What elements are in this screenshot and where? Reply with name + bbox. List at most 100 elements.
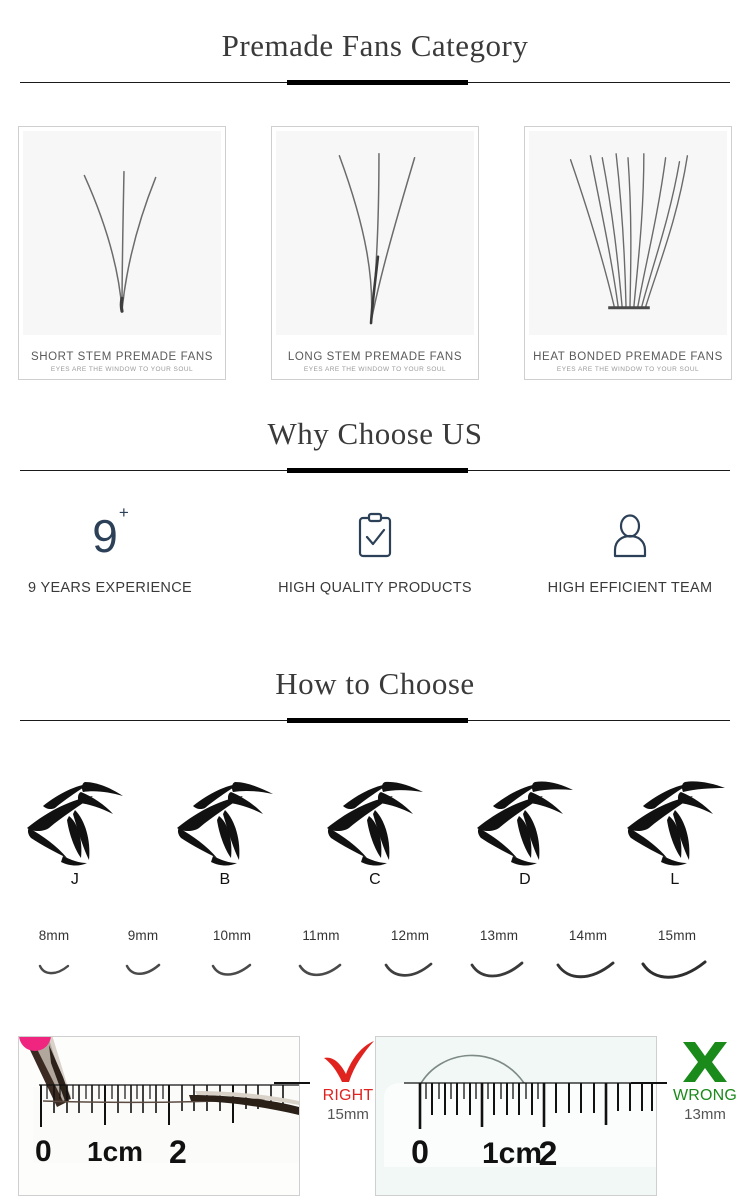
heading-divider [20, 718, 730, 724]
eye-curl-svg-d [477, 781, 573, 866]
product-detail-page: Premade Fans Category SHORT STEM PREMADE… [0, 0, 750, 1202]
heat-bonded-fan-svg [569, 153, 689, 310]
ruler-label-1cm: 1cm [482, 1137, 542, 1170]
heading-divider [20, 80, 730, 86]
product-card-title: HEAT BONDED PREMADE FANS [533, 351, 723, 363]
ruler-label-1cm: 1cm [87, 1136, 143, 1167]
product-card-title: SHORT STEM PREMADE FANS [30, 351, 214, 363]
length-option-10mm[interactable]: 10mm [188, 928, 276, 989]
check-svg [324, 1041, 374, 1082]
feature-label: HIGH QUALITY PRODUCTS [278, 580, 472, 596]
ruler-photo-wrong-svg: 0 1cm 2 [376, 1037, 656, 1195]
product-card-title: LONG STEM PREMADE FANS [287, 351, 463, 363]
product-card-short-stem[interactable]: SHORT STEM PREMADE FANS EYES ARE THE WIN… [18, 126, 226, 380]
feature-label: 9 YEARS EXPERIENCE [28, 580, 192, 596]
product-card-long-stem[interactable]: LONG STEM PREMADE FANS EYES ARE THE WIND… [271, 126, 479, 380]
lash-curve-icon [99, 949, 187, 989]
lash-curve-icon [544, 949, 632, 989]
product-card-caption: HEAT BONDED PREMADE FANS EYES ARE THE WI… [525, 351, 731, 373]
feature-years-experience: 9+ 9 YEARS EXPERIENCE [0, 502, 235, 596]
lash-curve-svg [384, 962, 433, 977]
curl-type-c[interactable]: C [300, 765, 450, 889]
verdict-measure: 13mm [684, 1106, 726, 1123]
cross-icon [659, 1036, 750, 1084]
nine-value: 9 [92, 510, 118, 562]
eye-curl-svg-j [27, 782, 123, 866]
length-label: 10mm [212, 928, 252, 943]
divider-thick-bar [287, 718, 468, 723]
product-card-heat-bonded[interactable]: HEAT BONDED PREMADE FANS EYES ARE THE WI… [524, 126, 732, 380]
eye-lash-curl-icon [150, 765, 300, 875]
page-title: Premade Fans Category [221, 28, 529, 63]
product-card-subtitle: EYES ARE THE WINDOW TO YOUR SOUL [50, 366, 194, 373]
product-card-list: SHORT STEM PREMADE FANS EYES ARE THE WIN… [0, 126, 750, 382]
lash-curve-icon [366, 949, 454, 989]
length-label: 8mm [38, 928, 70, 943]
section-title-why: Why Choose US [267, 416, 483, 451]
verdict-wrong: WRONG 13mm [631, 1036, 750, 1123]
curl-type-l[interactable]: L [600, 765, 750, 889]
section-title-how: How to Choose [275, 666, 475, 701]
length-list: 8mm 9mm 10mm 11mm 12mm 13mm 14mm 15mm [0, 928, 750, 1008]
length-option-12mm[interactable]: 12mm [366, 928, 454, 989]
length-option-13mm[interactable]: 13mm [455, 928, 543, 989]
verdict-word: WRONG [672, 1087, 738, 1104]
measurement-comparison: 0 1cm 2 RIGHT 15mm 0 1cm 2 WRONG 13mm [0, 1036, 750, 1202]
product-card-caption: SHORT STEM PREMADE FANS EYES ARE THE WIN… [19, 351, 225, 373]
curl-type-d[interactable]: D [450, 765, 600, 889]
lash-curve-icon [188, 949, 276, 989]
lash-curve-svg [556, 961, 615, 979]
short-stem-fan-illustration [23, 131, 221, 335]
curl-type-list: J B C D L [0, 765, 750, 905]
length-label: 11mm [302, 928, 340, 943]
ruler-with-curved-lash: 0 1cm 2 [375, 1036, 657, 1196]
lash-curve-icon [455, 949, 543, 989]
length-label: 14mm [568, 928, 608, 943]
section-header-how-to-choose: How to Choose [0, 668, 750, 724]
length-option-11mm[interactable]: 11mm [277, 928, 365, 989]
eye-curl-svg-c [327, 781, 423, 866]
divider-thick-bar [287, 80, 468, 85]
curl-type-b[interactable]: B [150, 765, 300, 889]
ruler-label-0: 0 [411, 1134, 429, 1170]
ruler-photo-right-svg: 0 1cm 2 [19, 1037, 299, 1195]
product-card-subtitle: EYES ARE THE WINDOW TO YOUR SOUL [556, 366, 700, 373]
feature-list: 9+ 9 YEARS EXPERIENCE HIGH QUALITY PRODU… [0, 502, 750, 620]
eye-lash-curl-icon [0, 765, 150, 875]
bonded-base-bar [608, 306, 650, 310]
lash-curve-svg [298, 963, 342, 977]
lash-curve-svg [125, 963, 161, 975]
length-option-9mm[interactable]: 9mm [99, 928, 187, 989]
heading-divider [20, 468, 730, 474]
eye-curl-svg-b [177, 782, 273, 866]
divider-thick-bar [287, 468, 468, 473]
length-option-15mm[interactable]: 15mm [633, 928, 721, 989]
length-option-14mm[interactable]: 14mm [544, 928, 632, 989]
ruler-label-0: 0 [35, 1135, 52, 1168]
length-label: 15mm [657, 928, 697, 943]
feature-high-quality: HIGH QUALITY PRODUCTS [250, 505, 500, 596]
ruler-label-2: 2 [539, 1135, 558, 1173]
length-label: 9mm [127, 928, 159, 943]
lash-curve-icon [633, 949, 721, 989]
lash-curve-icon [277, 949, 365, 989]
lash-curve-svg [211, 963, 252, 976]
product-card-caption: LONG STEM PREMADE FANS EYES ARE THE WIND… [272, 351, 478, 373]
lash-curve-svg [641, 960, 707, 979]
feature-efficient-team: HIGH EFFICIENT TEAM [505, 505, 750, 596]
cross-svg [683, 1042, 727, 1082]
length-label: 13mm [479, 928, 519, 943]
long-stem-fan-svg [338, 153, 416, 325]
nine-plus-number: 9+ [0, 502, 235, 567]
clipboard-check-svg [358, 512, 392, 558]
curl-type-j[interactable]: J [0, 765, 150, 889]
measure-guide-line [631, 1082, 667, 1084]
measure-guide-line [274, 1082, 310, 1084]
length-option-8mm[interactable]: 8mm [10, 928, 98, 989]
lash-curve-svg [470, 961, 524, 978]
plus-superscript: + [118, 502, 129, 522]
eye-lash-curl-icon [600, 765, 750, 875]
short-stem-fan-svg [83, 170, 157, 313]
eye-lash-curl-icon [450, 765, 600, 875]
product-card-subtitle: EYES ARE THE WINDOW TO YOUR SOUL [303, 366, 447, 373]
